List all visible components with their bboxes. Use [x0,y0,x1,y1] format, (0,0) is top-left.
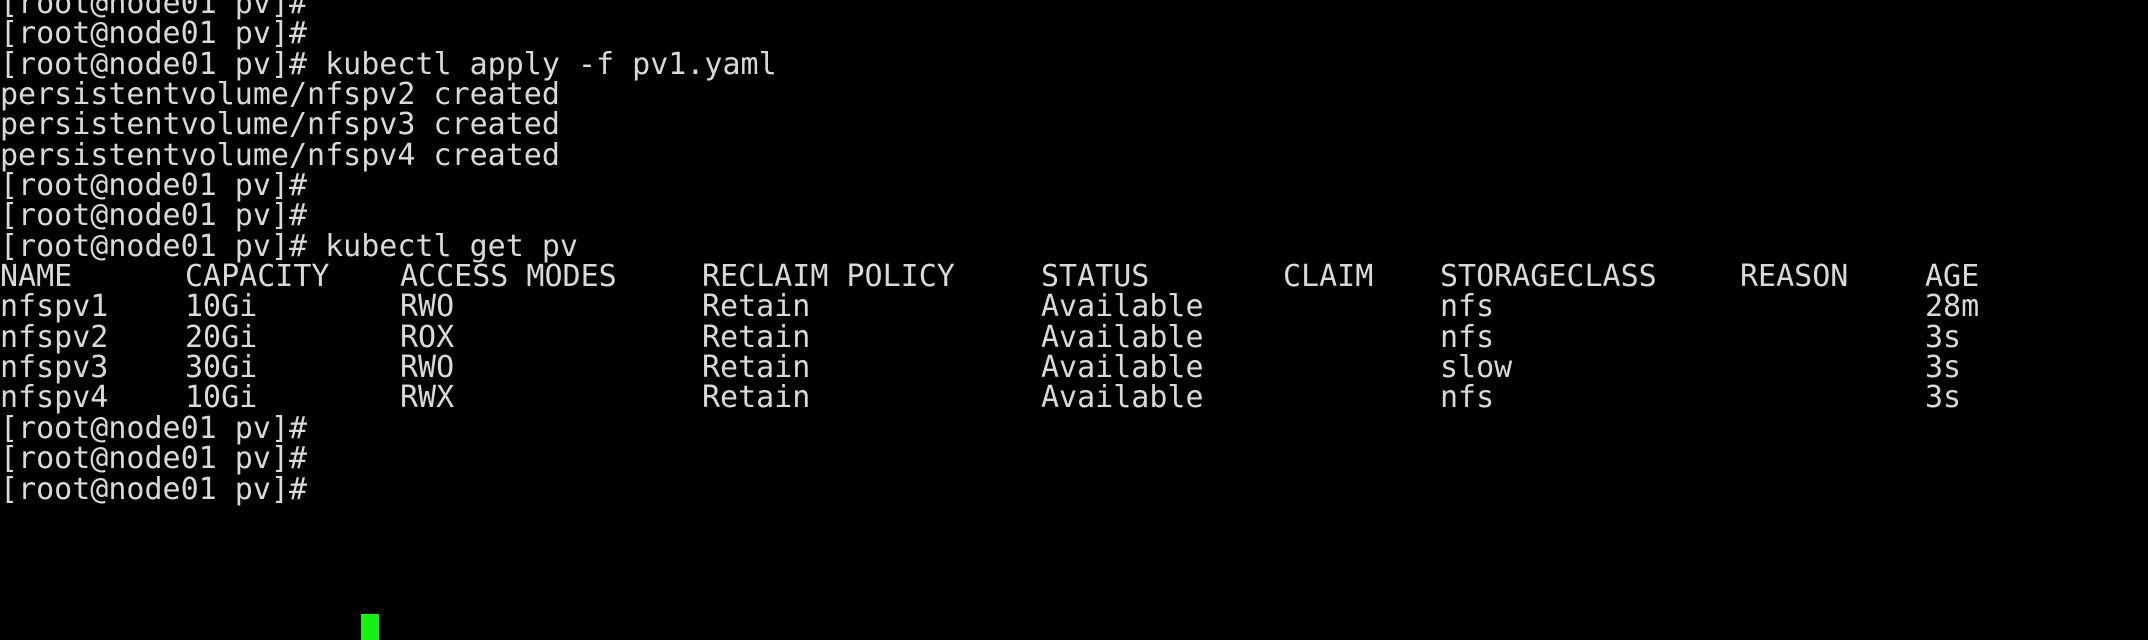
cell-storageclass: nfs [1440,380,1495,416]
terminal-line-prompt-1: [root@node01 pv]# [0,16,326,52]
cell-capacity: 20Gi [185,319,258,355]
cell-age: 3s [1925,350,1962,386]
cell-reclaim-policy: Retain [702,350,811,386]
cell-status: Available [1041,289,1204,325]
cell-access-modes: RWX [400,380,455,416]
terminal-line-prompt-active: [root@node01 pv]# [0,471,326,507]
column-header-status: STATUS [1041,259,1150,295]
pv-table-header-row: NAME CAPACITY ACCESS MODES RECLAIM POLIC… [0,259,2148,295]
column-header-name: NAME [0,259,73,295]
cell-reclaim-policy: Retain [702,289,811,325]
cell-access-modes: RWO [400,289,455,325]
column-header-access-modes: ACCESS MODES [400,259,617,295]
cell-capacity: 10Gi [185,289,258,325]
cell-storageclass: slow [1440,350,1513,386]
cell-storageclass: nfs [1440,289,1495,325]
terminal-line-command-get: [root@node01 pv]# kubectl get pv [0,228,578,264]
cell-age: 3s [1925,319,1962,355]
terminal-line-prompt-2: [root@node01 pv]# [0,168,326,204]
cell-reclaim-policy: Retain [702,380,811,416]
cell-access-modes: ROX [400,319,455,355]
terminal-line-prompt-3: [root@node01 pv]# [0,198,326,234]
column-header-storageclass: STORAGECLASS [1440,259,1657,295]
cell-name: nfspv4 [0,380,109,416]
column-header-age: AGE [1925,259,1980,295]
terminal-line-command-apply: [root@node01 pv]# kubectl apply -f pv1.y… [0,46,777,82]
cell-name: nfspv3 [0,350,109,386]
column-header-capacity: CAPACITY [185,259,330,295]
terminal-line-prompt-4: [root@node01 pv]# [0,410,326,446]
column-header-reclaim-policy: RECLAIM POLICY [702,259,955,295]
terminal-window[interactable]: [root@node01 pv]# [root@node01 pv]# [roo… [0,0,2148,640]
column-header-claim: CLAIM [1283,259,1374,295]
cell-capacity: 30Gi [185,350,258,386]
table-row: nfspv1 10Gi RWO Retain Available nfs 28m [0,289,2148,325]
terminal-screen: [root@node01 pv]# [root@node01 pv]# [roo… [0,0,2148,505]
table-row: nfspv2 20Gi ROX Retain Available nfs 3s [0,319,2148,355]
cell-storageclass: nfs [1440,319,1495,355]
cell-age: 28m [1925,289,1980,325]
cell-status: Available [1041,380,1204,416]
cell-reclaim-policy: Retain [702,319,811,355]
terminal-cursor [361,614,379,640]
cell-access-modes: RWO [400,350,455,386]
terminal-line-prompt-5: [root@node01 pv]# [0,441,326,477]
cell-status: Available [1041,350,1204,386]
cell-age: 3s [1925,380,1962,416]
terminal-line-output-created-0: persistentvolume/nfspv2 created [0,77,560,113]
terminal-line-output-created-2: persistentvolume/nfspv4 created [0,137,560,173]
terminal-line-output-created-1: persistentvolume/nfspv3 created [0,107,560,143]
cell-name: nfspv2 [0,319,109,355]
table-row: nfspv3 30Gi RWO Retain Available slow 3s [0,350,2148,386]
column-header-reason: REASON [1740,259,1849,295]
table-row: nfspv4 10Gi RWX Retain Available nfs 3s [0,380,2148,416]
cell-capacity: 10Gi [185,380,258,416]
cell-status: Available [1041,319,1204,355]
cell-name: nfspv1 [0,289,109,325]
